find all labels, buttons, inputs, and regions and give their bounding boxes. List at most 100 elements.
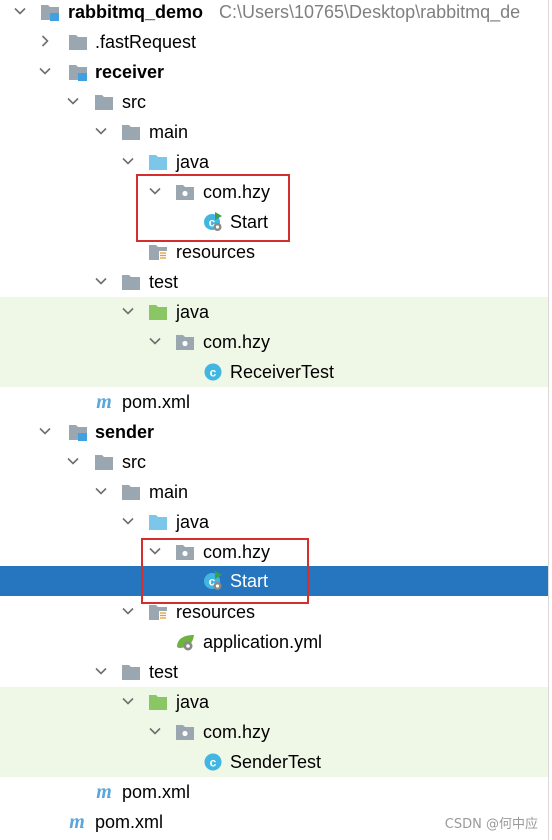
spring-yaml-icon xyxy=(175,632,195,652)
runnable-class-icon xyxy=(203,212,223,232)
maven-icon xyxy=(94,782,114,802)
module-name: sender xyxy=(95,422,155,442)
file-label: pom.xml xyxy=(122,782,191,802)
resources-folder-icon xyxy=(148,242,168,262)
file-label: pom.xml xyxy=(122,392,191,412)
package-label: com.hzy xyxy=(203,722,271,742)
chevron-down-icon[interactable] xyxy=(12,3,28,19)
chevron-down-icon[interactable] xyxy=(93,663,109,679)
folder-label: src xyxy=(122,452,146,472)
package-icon xyxy=(175,542,195,562)
chevron-down-icon[interactable] xyxy=(37,423,53,439)
tree-item-sender-main-java[interactable]: java xyxy=(0,507,548,537)
tree-item-sender-test-java[interactable]: java xyxy=(0,687,548,717)
folder-label: main xyxy=(149,122,189,142)
folder-label: java xyxy=(176,302,210,322)
tree-item-receiver-main[interactable]: main xyxy=(0,117,548,147)
source-root-folder-icon xyxy=(148,512,168,532)
tree-item-sender-pom[interactable]: pom.xml xyxy=(0,777,548,807)
package-label: com.hzy xyxy=(203,182,271,202)
tree-item-receiver[interactable]: receiver xyxy=(0,57,548,87)
class-icon xyxy=(203,752,223,772)
tree-item-fastrequest[interactable]: .fastRequest xyxy=(0,27,548,57)
chevron-down-icon[interactable] xyxy=(65,453,81,469)
test-root-folder-icon xyxy=(148,302,168,322)
chevron-down-icon[interactable] xyxy=(120,693,136,709)
tree-item-receiver-test-class[interactable]: ReceiverTest xyxy=(0,357,548,387)
tree-item-sender-start-selected[interactable]: Start xyxy=(0,566,548,596)
file-label: pom.xml xyxy=(95,812,164,832)
tree-item-receiver-test[interactable]: test xyxy=(0,267,548,297)
folder-icon xyxy=(94,452,114,472)
runnable-class-icon xyxy=(203,571,223,591)
package-label: com.hzy xyxy=(203,542,271,562)
file-label: application.yml xyxy=(203,632,323,652)
class-label: Start xyxy=(230,212,269,232)
folder-label: java xyxy=(176,512,210,532)
chevron-down-icon[interactable] xyxy=(93,273,109,289)
tree-item-receiver-test-java[interactable]: java xyxy=(0,297,548,327)
source-root-folder-icon xyxy=(148,152,168,172)
chevron-right-icon[interactable] xyxy=(37,33,53,49)
chevron-down-icon[interactable] xyxy=(120,303,136,319)
chevron-down-icon[interactable] xyxy=(65,93,81,109)
tree-item-sender-application-yml[interactable]: application.yml xyxy=(0,627,548,657)
maven-icon xyxy=(94,392,114,412)
tree-item-receiver-main-java[interactable]: java xyxy=(0,147,548,177)
class-label: Start xyxy=(230,571,269,591)
tree-item-sender-test-class[interactable]: SenderTest xyxy=(0,747,548,777)
chevron-down-icon[interactable] xyxy=(93,483,109,499)
class-icon xyxy=(203,362,223,382)
chevron-down-icon[interactable] xyxy=(147,723,163,739)
folder-label: resources xyxy=(176,242,256,262)
package-icon xyxy=(175,182,195,202)
folder-label: java xyxy=(176,692,210,712)
package-icon xyxy=(175,722,195,742)
chevron-down-icon[interactable] xyxy=(93,123,109,139)
tree-item-sender[interactable]: sender xyxy=(0,417,548,447)
chevron-down-icon[interactable] xyxy=(120,153,136,169)
module-name: rabbitmq_demo xyxy=(68,2,204,22)
package-icon xyxy=(175,332,195,352)
folder-label: resources xyxy=(176,602,256,622)
tree-item-receiver-src[interactable]: src xyxy=(0,87,548,117)
package-label: com.hzy xyxy=(203,332,271,352)
folder-icon xyxy=(121,272,141,292)
watermark: CSDN @何中应 xyxy=(444,817,538,832)
tree-item-sender-resources[interactable]: resources xyxy=(0,597,548,627)
test-root-folder-icon xyxy=(148,692,168,712)
maven-icon xyxy=(67,812,87,832)
tree-item-receiver-start[interactable]: Start xyxy=(0,207,548,237)
tree-item-receiver-test-package[interactable]: com.hzy xyxy=(0,327,548,357)
folder-icon xyxy=(121,482,141,502)
folder-icon xyxy=(94,92,114,112)
folder-label: main xyxy=(149,482,189,502)
module-path: C:\Users\10765\Desktop\rabbitmq_de xyxy=(219,2,521,22)
folder-icon xyxy=(121,122,141,142)
chevron-down-icon[interactable] xyxy=(147,333,163,349)
chevron-down-icon[interactable] xyxy=(120,603,136,619)
chevron-down-icon[interactable] xyxy=(147,183,163,199)
module-name: receiver xyxy=(95,62,165,82)
project-tree: rabbitmq_demo C:\Users\10765\Desktop\rab… xyxy=(0,0,549,840)
tree-item-rabbitmq-demo[interactable]: rabbitmq_demo C:\Users\10765\Desktop\rab… xyxy=(0,0,548,27)
folder-label: .fastRequest xyxy=(95,32,197,52)
module-folder-icon xyxy=(68,422,88,442)
tree-item-receiver-resources[interactable]: resources xyxy=(0,237,548,267)
module-folder-icon xyxy=(40,2,60,22)
folder-label: test xyxy=(149,272,179,292)
tree-item-sender-package[interactable]: com.hzy xyxy=(0,537,548,567)
tree-item-sender-main[interactable]: main xyxy=(0,477,548,507)
folder-label: src xyxy=(122,92,146,112)
resources-folder-icon xyxy=(148,602,168,622)
tree-item-sender-test-package[interactable]: com.hzy xyxy=(0,717,548,747)
chevron-down-icon[interactable] xyxy=(120,513,136,529)
chevron-down-icon[interactable] xyxy=(147,543,163,559)
tree-item-sender-src[interactable]: src xyxy=(0,447,548,477)
tree-item-sender-test[interactable]: test xyxy=(0,657,548,687)
folder-label: test xyxy=(149,662,179,682)
tree-item-receiver-pom[interactable]: pom.xml xyxy=(0,387,548,417)
folder-icon xyxy=(121,662,141,682)
tree-item-receiver-package[interactable]: com.hzy xyxy=(0,177,548,207)
chevron-down-icon[interactable] xyxy=(37,63,53,79)
